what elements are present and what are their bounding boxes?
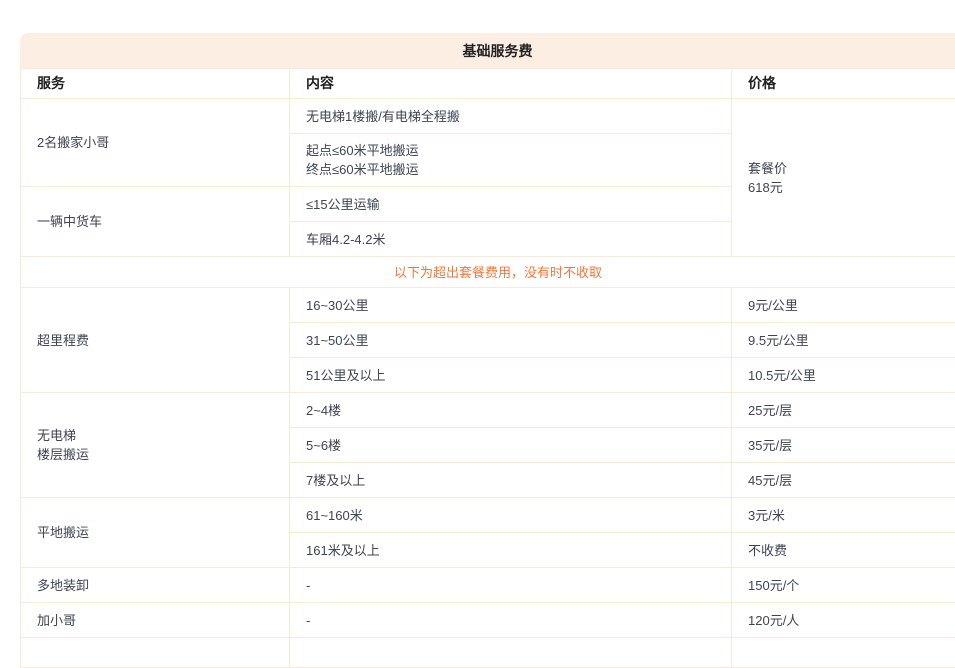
table-row: 加小哥 - 120元/人	[21, 603, 955, 638]
service-cell-over-mileage: 超里程费	[21, 288, 290, 393]
price-cell: 9元/公里	[732, 288, 955, 323]
service-cell-extra-worker: 加小哥	[21, 603, 290, 638]
pricing-page: 基础服务费 服务 内容 价格 2名搬家小哥 无电梯1楼搬/有电梯全程搬 套餐价 …	[20, 33, 955, 668]
price-cell: 10.5元/公里	[732, 358, 955, 393]
content-cell: -	[290, 603, 732, 638]
package-price-line: 618元	[748, 178, 955, 197]
price-cell: 45元/层	[732, 463, 955, 498]
price-cell: 120元/人	[732, 603, 955, 638]
price-cell: 25元/层	[732, 393, 955, 428]
content-cell: 16~30公里	[290, 288, 732, 323]
pricing-table: 服务 内容 价格 2名搬家小哥 无电梯1楼搬/有电梯全程搬 套餐价 618元 起…	[20, 68, 955, 668]
column-header-price: 价格	[732, 69, 955, 99]
content-cell: 无电梯1楼搬/有电梯全程搬	[290, 99, 732, 134]
content-cell: 61~160米	[290, 498, 732, 533]
content-cell: -	[290, 568, 732, 603]
service-cell-no-elevator: 无电梯 楼层搬运	[21, 393, 290, 498]
content-cell: ≤15公里运输	[290, 187, 732, 222]
service-cell-movers: 2名搬家小哥	[21, 99, 290, 187]
notice-text: 以下为超出套餐费用，没有时不收取	[21, 257, 955, 288]
column-header-content: 内容	[290, 69, 732, 99]
table-row: 2名搬家小哥 无电梯1楼搬/有电梯全程搬 套餐价 618元	[21, 99, 955, 134]
content-line: 终点≤60米平地搬运	[306, 160, 731, 179]
content-cell: 起点≤60米平地搬运 终点≤60米平地搬运	[290, 134, 732, 187]
table-row-cutoff	[21, 638, 955, 668]
content-cell: 161米及以上	[290, 533, 732, 568]
table-row: 无电梯 楼层搬运 2~4楼 25元/层	[21, 393, 955, 428]
price-cell: 9.5元/公里	[732, 323, 955, 358]
table-row: 多地装卸 - 150元/个	[21, 568, 955, 603]
price-cell: 不收费	[732, 533, 955, 568]
content-cell: 7楼及以上	[290, 463, 732, 498]
content-cell: 51公里及以上	[290, 358, 732, 393]
service-cell-flat-carry: 平地搬运	[21, 498, 290, 568]
table-row: 平地搬运 61~160米 3元/米	[21, 498, 955, 533]
content-line: 起点≤60米平地搬运	[306, 141, 731, 160]
package-price-line: 套餐价	[748, 159, 955, 178]
service-cell-truck: 一辆中货车	[21, 187, 290, 257]
content-cell: 31~50公里	[290, 323, 732, 358]
service-line: 无电梯	[37, 426, 289, 445]
column-header-service: 服务	[21, 69, 290, 99]
table-header-row: 服务 内容 价格	[21, 69, 955, 99]
table-row: 超里程费 16~30公里 9元/公里	[21, 288, 955, 323]
package-price-cell: 套餐价 618元	[732, 99, 955, 257]
price-cell: 35元/层	[732, 428, 955, 463]
table-title: 基础服务费	[20, 33, 955, 68]
content-cell: 车厢4.2-4.2米	[290, 222, 732, 257]
service-line: 楼层搬运	[37, 445, 289, 464]
price-cell: 150元/个	[732, 568, 955, 603]
notice-row: 以下为超出套餐费用，没有时不收取	[21, 257, 955, 288]
content-cell: 2~4楼	[290, 393, 732, 428]
price-cell	[732, 638, 955, 668]
content-cell: 5~6楼	[290, 428, 732, 463]
price-cell: 3元/米	[732, 498, 955, 533]
service-cell-multi-stop: 多地装卸	[21, 568, 290, 603]
content-cell	[290, 638, 732, 668]
service-cell	[21, 638, 290, 668]
